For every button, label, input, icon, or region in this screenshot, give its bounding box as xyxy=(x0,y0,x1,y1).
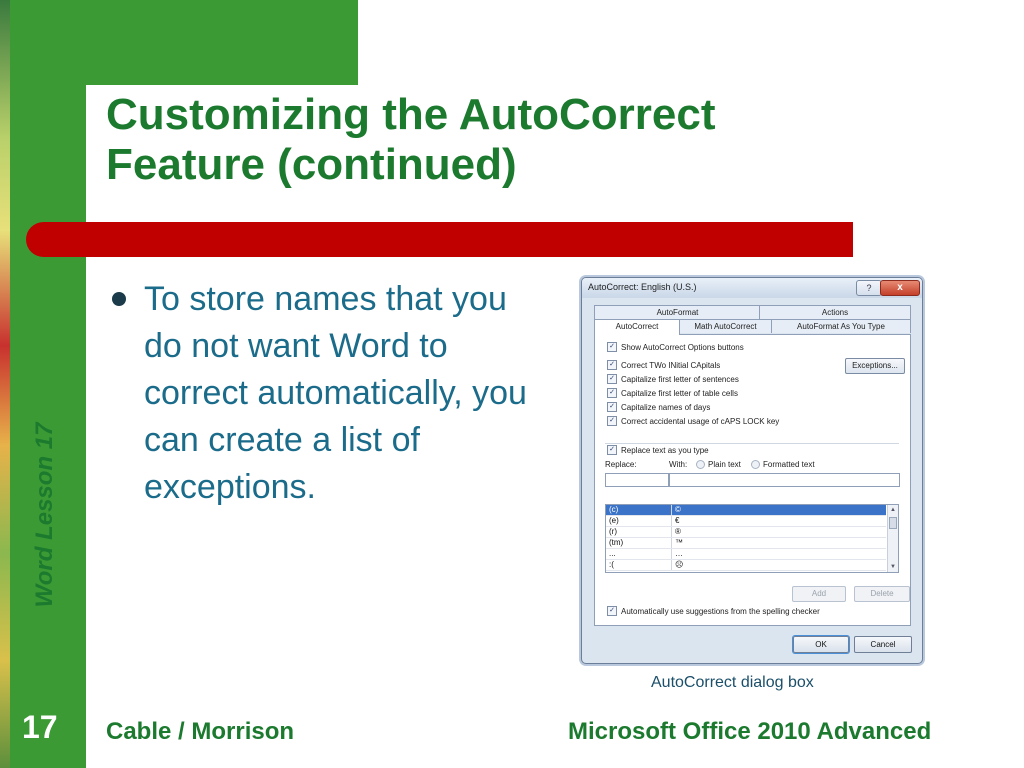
replace-input[interactable] xyxy=(605,473,669,487)
radio-selected-icon xyxy=(696,460,705,470)
checkbox-label: Correct accidental usage of cAPS LOCK ke… xyxy=(621,416,780,426)
radio-label: Formatted text xyxy=(763,460,815,469)
entry-with: ® xyxy=(671,527,681,537)
footer-authors: Cable / Morrison xyxy=(106,718,295,745)
spelling-suggestions-checkbox[interactable]: ✓ Automatically use suggestions from the… xyxy=(607,606,820,616)
show-options-checkbox[interactable]: ✓ Show AutoCorrect Options buttons xyxy=(607,342,744,352)
checkbox-checked-icon: ✓ xyxy=(607,360,617,370)
bullet-dot-icon xyxy=(112,292,126,306)
scroll-up-icon[interactable]: ▲ xyxy=(888,505,898,515)
replace-group-divider xyxy=(605,443,899,444)
dialog-title: AutoCorrect: English (U.S.) xyxy=(588,282,697,292)
entry-with: € xyxy=(671,516,679,526)
list-item[interactable]: (tm) ™ xyxy=(606,538,886,549)
option-checkbox[interactable]: ✓ Correct accidental usage of cAPS LOCK … xyxy=(607,416,779,426)
help-button[interactable]: ? xyxy=(856,280,882,296)
exceptions-button[interactable]: Exceptions... xyxy=(845,358,905,374)
checkbox-checked-icon: ✓ xyxy=(607,402,617,412)
radio-label: Plain text xyxy=(708,460,741,469)
replace-label: Replace: xyxy=(605,460,637,469)
tab-actions[interactable]: Actions xyxy=(759,305,911,319)
tab-math-autocorrect[interactable]: Math AutoCorrect xyxy=(678,319,773,333)
option-checkbox[interactable]: ✓ Correct TWo INitial CApitals xyxy=(607,360,720,370)
entry-replace: (c) xyxy=(609,505,619,514)
checkbox-label: Replace text as you type xyxy=(621,445,709,455)
entry-replace: ... xyxy=(609,549,616,558)
list-item[interactable]: ... … xyxy=(606,549,886,560)
checkbox-checked-icon: ✓ xyxy=(607,374,617,384)
footer-course: Microsoft Office 2010 Advanced xyxy=(568,718,932,745)
entry-with: … xyxy=(671,549,683,559)
cancel-button[interactable]: Cancel xyxy=(854,636,912,653)
close-button[interactable]: x xyxy=(880,280,920,296)
list-item[interactable]: :( ☹ xyxy=(606,560,886,571)
plain-text-radio[interactable]: Plain text xyxy=(696,460,741,470)
bullet-list: To store names that you do not want Word… xyxy=(108,276,528,511)
formatted-text-radio[interactable]: Formatted text xyxy=(751,460,815,470)
slide-number: 17 xyxy=(22,709,58,745)
autocorrect-entries-list[interactable]: (c) © (e) € (r) ® (tm) ™ ... … :( ☹ ▲ ▼ xyxy=(605,504,899,573)
scroll-thumb[interactable] xyxy=(889,517,897,529)
list-scrollbar[interactable]: ▲ ▼ xyxy=(887,505,898,572)
entry-replace: (tm) xyxy=(609,538,624,547)
slide-title: Customizing the AutoCorrect Feature (con… xyxy=(106,90,716,189)
checkbox-label: Correct TWo INitial CApitals xyxy=(621,360,721,370)
checkbox-checked-icon: ✓ xyxy=(607,445,617,455)
option-checkbox[interactable]: ✓ Capitalize first letter of table cells xyxy=(607,388,738,398)
ok-button[interactable]: OK xyxy=(793,636,849,653)
add-button[interactable]: Add xyxy=(792,586,846,602)
list-item[interactable]: (e) € xyxy=(606,516,886,527)
radio-icon xyxy=(751,460,760,470)
tab-autoformat-as-you-type[interactable]: AutoFormat As You Type xyxy=(771,319,911,333)
checkbox-label: Show AutoCorrect Options buttons xyxy=(621,342,744,352)
delete-button[interactable]: Delete xyxy=(854,586,910,602)
scroll-down-icon[interactable]: ▼ xyxy=(888,562,898,572)
bullet-item: To store names that you do not want Word… xyxy=(108,276,528,511)
left-green-band xyxy=(10,0,86,768)
checkbox-checked-icon: ✓ xyxy=(607,388,617,398)
option-checkbox[interactable]: ✓ Capitalize first letter of sentences xyxy=(607,374,739,384)
checkbox-checked-icon: ✓ xyxy=(607,342,617,352)
checkbox-label: Capitalize names of days xyxy=(621,402,711,412)
checkbox-checked-icon: ✓ xyxy=(607,606,617,616)
red-divider-bar xyxy=(26,222,853,257)
list-item[interactable]: (r) ® xyxy=(606,527,886,538)
tab-autoformat[interactable]: AutoFormat xyxy=(594,305,761,319)
with-label: With: xyxy=(669,460,688,469)
autocorrect-dialog: AutoCorrect: English (U.S.) ? x AutoForm… xyxy=(581,277,923,664)
list-item[interactable]: (c) © xyxy=(606,505,886,516)
entry-replace: (e) xyxy=(609,516,619,525)
checkbox-label: Capitalize first letter of sentences xyxy=(621,374,739,384)
decorative-edge-strip xyxy=(0,0,10,768)
entry-replace: (r) xyxy=(609,527,617,536)
entry-with: © xyxy=(671,505,681,515)
entry-with: ☹ xyxy=(671,560,683,570)
entry-replace: :( xyxy=(609,560,614,569)
bullet-text: To store names that you do not want Word… xyxy=(144,280,527,506)
dialog-body: ✓ Show AutoCorrect Options buttons ✓ Cor… xyxy=(594,334,911,626)
with-input[interactable] xyxy=(669,473,900,487)
dialog-caption: AutoCorrect dialog box xyxy=(651,674,814,691)
checkbox-checked-icon: ✓ xyxy=(607,416,617,426)
option-checkbox[interactable]: ✓ Capitalize names of days xyxy=(607,402,710,412)
top-green-band xyxy=(86,0,358,85)
side-lesson-label: Word Lesson 17 xyxy=(31,422,58,608)
tab-autocorrect[interactable]: AutoCorrect xyxy=(594,319,680,335)
checkbox-label: Capitalize first letter of table cells xyxy=(621,388,738,398)
dialog-titlebar: AutoCorrect: English (U.S.) ? x xyxy=(582,278,922,298)
entry-with: ™ xyxy=(671,538,683,548)
checkbox-label: Automatically use suggestions from the s… xyxy=(621,606,820,616)
replace-as-you-type-checkbox[interactable]: ✓ Replace text as you type xyxy=(607,445,709,455)
